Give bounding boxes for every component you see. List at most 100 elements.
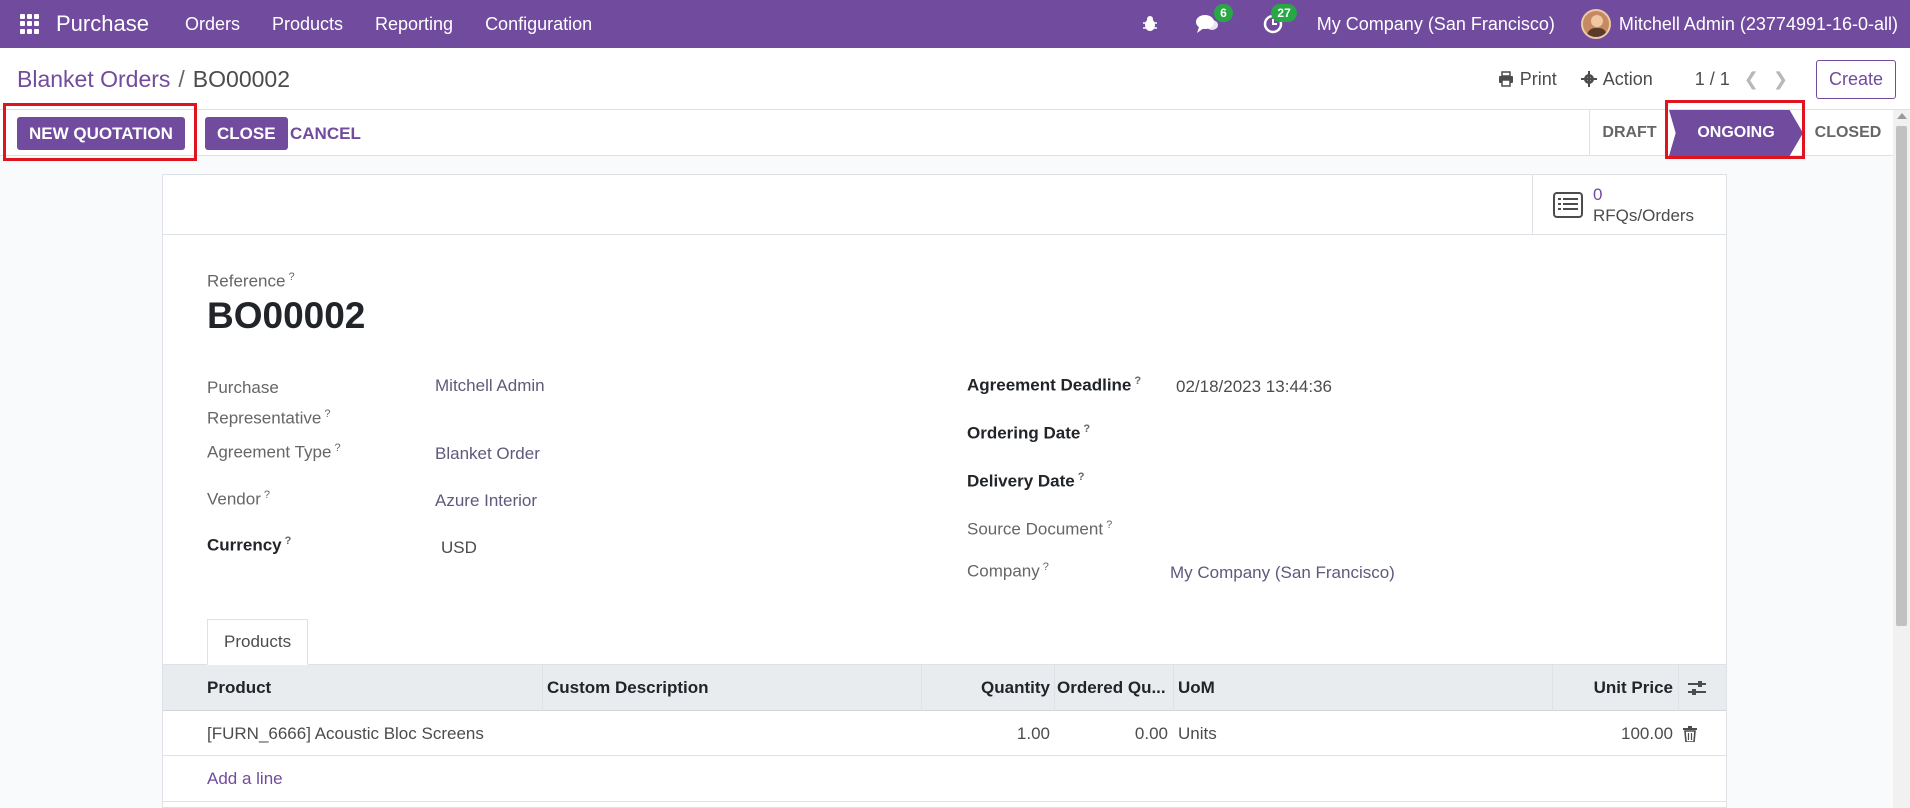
help-mark[interactable]: ? (288, 271, 294, 283)
purchase-rep-field[interactable]: Mitchell Admin (435, 376, 545, 396)
pager-value[interactable]: 1 / 1 (1695, 69, 1730, 90)
scroll-up-icon[interactable] (1897, 113, 1907, 119)
company-label-text: Company (967, 561, 1040, 581)
help-mark[interactable]: ? (285, 535, 292, 547)
state-draft[interactable]: DRAFT (1589, 110, 1669, 156)
table-header: Product Custom Description Quantity Orde… (163, 665, 1726, 711)
rfqs-label: RFQs/Orders (1593, 206, 1695, 225)
cell-unit-price[interactable]: 100.00 (1553, 711, 1673, 756)
ordering-date-label-text: Ordering Date (967, 423, 1081, 443)
col-separator (542, 665, 543, 711)
navbar-systray: 6 27 My Company (San Francisco) Mitchell… (1127, 0, 1910, 48)
menu-products[interactable]: Products (272, 14, 343, 35)
ongoing-state-highlight (1665, 100, 1805, 159)
print-button[interactable]: Print (1498, 69, 1557, 90)
col-quantity[interactable]: Quantity (923, 665, 1050, 711)
reference-label-text: Reference (207, 271, 286, 291)
reference-label: Reference? (207, 271, 295, 292)
print-label: Print (1519, 68, 1557, 89)
scrollbar-thumb[interactable] (1896, 126, 1907, 626)
col-unit-price[interactable]: Unit Price (1553, 665, 1673, 711)
purchase-rep-label-line1: Purchase (207, 378, 279, 397)
cell-product[interactable]: [FURN_6666] Acoustic Bloc Screens (207, 711, 537, 756)
clock-icon[interactable]: 27 (1263, 4, 1297, 34)
messages-badge: 6 (1214, 4, 1233, 22)
app-brand[interactable]: Purchase (56, 11, 149, 37)
company-switcher[interactable]: My Company (San Francisco) (1317, 14, 1555, 35)
user-menu[interactable]: Mitchell Admin (23774991-16-0-all) (1619, 14, 1898, 35)
trash-icon[interactable] (1683, 711, 1707, 756)
vendor-field[interactable]: Azure Interior (435, 491, 537, 511)
apps-grid-icon[interactable] (20, 14, 40, 34)
company-field[interactable]: My Company (San Francisco) (1170, 563, 1395, 583)
purchase-rep-label-line2: Representative (207, 408, 322, 428)
optional-columns-icon[interactable] (1687, 665, 1711, 711)
cancel-button[interactable]: CANCEL (282, 117, 369, 150)
agreement-type-field[interactable]: Blanket Order (435, 444, 540, 464)
help-mark[interactable]: ? (334, 442, 340, 454)
action-label: Action (1602, 68, 1653, 89)
delivery-date-label: Delivery Date? (967, 471, 1084, 492)
source-document-label-text: Source Document (967, 519, 1104, 539)
agreement-type-label: Agreement Type? (207, 442, 341, 463)
col-separator (1678, 665, 1679, 711)
cell-ordered: 0.00 (1134, 723, 1168, 743)
smart-button-box: 0 RFQs/Orders (163, 175, 1726, 235)
menu-configuration[interactable]: Configuration (485, 14, 592, 35)
tab-products[interactable]: Products (207, 619, 309, 665)
breadcrumb: Blanket Orders / BO00002 (17, 66, 290, 93)
rfqs-orders-smart-button[interactable]: 0 RFQs/Orders (1532, 175, 1726, 235)
close-button[interactable]: CLOSE (205, 117, 288, 150)
page-title: BO00002 (207, 295, 366, 336)
col-product[interactable]: Product (207, 665, 537, 711)
cell-quantity[interactable]: 1.00 (923, 711, 1050, 756)
col-ordered[interactable]: Ordered Qu... (1051, 665, 1168, 711)
pager-next-icon[interactable]: ❯ (1773, 69, 1788, 90)
action-button[interactable]: Action (1580, 68, 1653, 90)
agreement-type-label-text: Agreement Type (207, 442, 332, 462)
col-description[interactable]: Custom Description (547, 665, 877, 711)
cell-uom[interactable]: Units (1178, 711, 1328, 756)
table-row[interactable]: [FURN_6666] Acoustic Bloc Screens 1.00 0… (163, 711, 1726, 756)
deadline-label: Agreement Deadline? (967, 375, 1141, 396)
cell-description[interactable] (547, 711, 877, 756)
help-mark[interactable]: ? (1078, 471, 1085, 483)
breadcrumb-blanket-orders[interactable]: Blanket Orders (17, 66, 170, 92)
bug-icon[interactable] (1141, 15, 1159, 33)
currency-field[interactable]: USD (441, 538, 477, 558)
form-statusbar: NEW QUOTATION CLOSE CANCEL DRAFT ONGOING… (0, 100, 1893, 161)
help-mark[interactable]: ? (264, 489, 270, 501)
col-uom[interactable]: UoM (1178, 665, 1328, 711)
chat-icon[interactable]: 6 (1195, 4, 1233, 34)
help-mark[interactable]: ? (1134, 375, 1141, 387)
state-closed[interactable]: CLOSED (1803, 110, 1893, 156)
delivery-date-label-text: Delivery Date (967, 471, 1075, 491)
help-mark[interactable]: ? (1106, 519, 1112, 531)
new-quotation-highlight (3, 103, 197, 161)
help-mark[interactable]: ? (1083, 423, 1090, 435)
control-panel: Blanket Orders / BO00002 Print Action 1 / … (0, 48, 1910, 110)
avatar[interactable] (1580, 9, 1611, 39)
activities-badge: 27 (1271, 4, 1297, 22)
col-separator (1173, 665, 1174, 711)
breadcrumb-current: BO00002 (192, 66, 290, 92)
deadline-field[interactable]: 02/18/2023 13:44:36 (1176, 377, 1332, 397)
top-navbar: Purchase Orders Products Reporting Confi… (0, 0, 1910, 48)
menu-orders[interactable]: Orders (185, 14, 240, 35)
help-mark[interactable]: ? (1043, 561, 1049, 573)
page-scrollbar[interactable] (1893, 110, 1910, 808)
row-divider (163, 801, 1726, 802)
smart-button-text: 0 RFQs/Orders (1593, 184, 1694, 226)
deadline-label-text: Agreement Deadline (967, 375, 1132, 395)
help-mark[interactable]: ? (324, 408, 330, 420)
menu-reporting[interactable]: Reporting (375, 14, 453, 35)
list-icon (1553, 192, 1583, 218)
company-label: Company? (967, 561, 1049, 582)
create-button[interactable]: Create (1815, 59, 1896, 99)
gear-icon (1580, 71, 1597, 87)
add-line-link[interactable]: Add a line (207, 756, 283, 801)
ordering-date-label: Ordering Date? (967, 423, 1090, 444)
vendor-label: Vendor? (207, 489, 270, 510)
form-sheet: 0 RFQs/Orders Reference? BO00002 Purchas… (162, 174, 1727, 808)
pager-previous-icon[interactable]: ❮ (1744, 69, 1759, 90)
